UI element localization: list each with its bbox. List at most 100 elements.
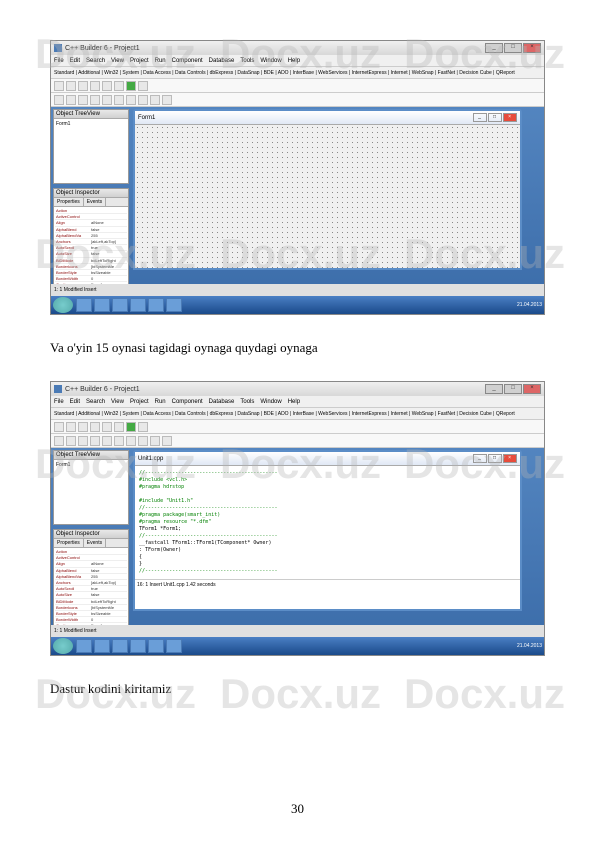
menu-window[interactable]: Window xyxy=(260,58,281,64)
system-tray[interactable]: 21.04.2013 xyxy=(517,643,542,649)
menu-component[interactable]: Component xyxy=(172,58,203,64)
task-icon[interactable] xyxy=(112,639,128,653)
menu-search[interactable]: Search xyxy=(86,58,105,64)
menu-database[interactable]: Database xyxy=(209,58,235,64)
component-icon[interactable] xyxy=(54,436,64,446)
menu-help[interactable]: Help xyxy=(288,58,300,64)
menu-tools[interactable]: Tools xyxy=(240,58,254,64)
component-icon[interactable] xyxy=(78,436,88,446)
form-maximize-button[interactable]: □ xyxy=(488,113,502,122)
maximize-button[interactable]: □ xyxy=(504,384,522,394)
component-icon[interactable] xyxy=(66,95,76,105)
task-icon[interactable] xyxy=(166,298,182,312)
tab-events[interactable]: Events xyxy=(84,539,106,547)
run-button[interactable] xyxy=(126,81,136,91)
form-close-button[interactable]: × xyxy=(503,113,517,122)
tab-properties[interactable]: Properties xyxy=(54,198,84,206)
component-icon[interactable] xyxy=(114,436,124,446)
component-icon[interactable] xyxy=(162,436,172,446)
tool-button[interactable] xyxy=(114,422,124,432)
menu-search[interactable]: Search xyxy=(86,399,105,405)
menu-edit[interactable]: Edit xyxy=(70,58,80,64)
component-icon[interactable] xyxy=(102,436,112,446)
tree-content[interactable]: Form1 xyxy=(54,119,128,129)
code-line: //--------------------------------------… xyxy=(139,568,516,575)
pause-button[interactable] xyxy=(138,81,148,91)
component-icon[interactable] xyxy=(126,95,136,105)
task-icon[interactable] xyxy=(94,639,110,653)
form-canvas[interactable] xyxy=(135,125,520,268)
code-close-button[interactable]: × xyxy=(503,454,517,463)
code-content[interactable]: //--------------------------------------… xyxy=(135,466,520,579)
component-tabs[interactable]: Standard | Additional | Win32 | System |… xyxy=(51,67,544,79)
new-button[interactable] xyxy=(54,422,64,432)
menu-project[interactable]: Project xyxy=(130,399,149,405)
run-button[interactable] xyxy=(126,422,136,432)
component-icon[interactable] xyxy=(90,95,100,105)
close-button[interactable]: × xyxy=(523,384,541,394)
task-icon[interactable] xyxy=(166,639,182,653)
menu-edit[interactable]: Edit xyxy=(70,399,80,405)
menu-window[interactable]: Window xyxy=(260,399,281,405)
task-icon[interactable] xyxy=(76,298,92,312)
task-icon[interactable] xyxy=(76,639,92,653)
task-icon[interactable] xyxy=(148,298,164,312)
task-icon[interactable] xyxy=(148,639,164,653)
saveall-button[interactable] xyxy=(90,422,100,432)
menu-view[interactable]: View xyxy=(111,58,124,64)
menu-file[interactable]: File xyxy=(54,399,64,405)
maximize-button[interactable]: □ xyxy=(504,43,522,53)
component-tabs[interactable]: Standard | Additional | Win32 | System |… xyxy=(51,408,544,420)
tool-button[interactable] xyxy=(102,422,112,432)
save-button[interactable] xyxy=(78,422,88,432)
component-icon[interactable] xyxy=(90,436,100,446)
task-icon[interactable] xyxy=(130,298,146,312)
menu-run[interactable]: Run xyxy=(155,399,166,405)
saveall-button[interactable] xyxy=(90,81,100,91)
code-maximize-button[interactable]: □ xyxy=(488,454,502,463)
minimize-button[interactable]: _ xyxy=(485,384,503,394)
code-minimize-button[interactable]: _ xyxy=(473,454,487,463)
tab-properties[interactable]: Properties xyxy=(54,539,84,547)
task-icon[interactable] xyxy=(94,298,110,312)
save-button[interactable] xyxy=(78,81,88,91)
minimize-button[interactable]: _ xyxy=(485,43,503,53)
start-button[interactable] xyxy=(53,638,73,654)
start-button[interactable] xyxy=(53,297,73,313)
menu-file[interactable]: File xyxy=(54,58,64,64)
system-tray[interactable]: 21.04.2013 xyxy=(517,302,542,308)
form-minimize-button[interactable]: _ xyxy=(473,113,487,122)
pause-button[interactable] xyxy=(138,422,148,432)
menu-run[interactable]: Run xyxy=(155,58,166,64)
open-button[interactable] xyxy=(66,422,76,432)
close-button[interactable]: × xyxy=(523,43,541,53)
menu-view[interactable]: View xyxy=(111,399,124,405)
tree-item[interactable]: Form1 xyxy=(56,121,70,127)
tray-date: 21.04.2013 xyxy=(517,643,542,649)
component-icon[interactable] xyxy=(54,95,64,105)
component-icon[interactable] xyxy=(126,436,136,446)
task-icon[interactable] xyxy=(112,298,128,312)
task-icon[interactable] xyxy=(130,639,146,653)
component-icon[interactable] xyxy=(162,95,172,105)
menu-help[interactable]: Help xyxy=(288,399,300,405)
menu-component[interactable]: Component xyxy=(172,399,203,405)
menu-tools[interactable]: Tools xyxy=(240,399,254,405)
tool-button[interactable] xyxy=(102,81,112,91)
component-icon[interactable] xyxy=(114,95,124,105)
component-icon[interactable] xyxy=(138,436,148,446)
menu-database[interactable]: Database xyxy=(209,399,235,405)
tree-content[interactable]: Form1 xyxy=(54,460,128,470)
component-icon[interactable] xyxy=(150,95,160,105)
tab-events[interactable]: Events xyxy=(84,198,106,206)
open-button[interactable] xyxy=(66,81,76,91)
tool-button[interactable] xyxy=(114,81,124,91)
component-icon[interactable] xyxy=(102,95,112,105)
component-icon[interactable] xyxy=(66,436,76,446)
menu-project[interactable]: Project xyxy=(130,58,149,64)
tree-item[interactable]: Form1 xyxy=(56,462,70,468)
component-icon[interactable] xyxy=(78,95,88,105)
component-icon[interactable] xyxy=(138,95,148,105)
new-button[interactable] xyxy=(54,81,64,91)
component-icon[interactable] xyxy=(150,436,160,446)
